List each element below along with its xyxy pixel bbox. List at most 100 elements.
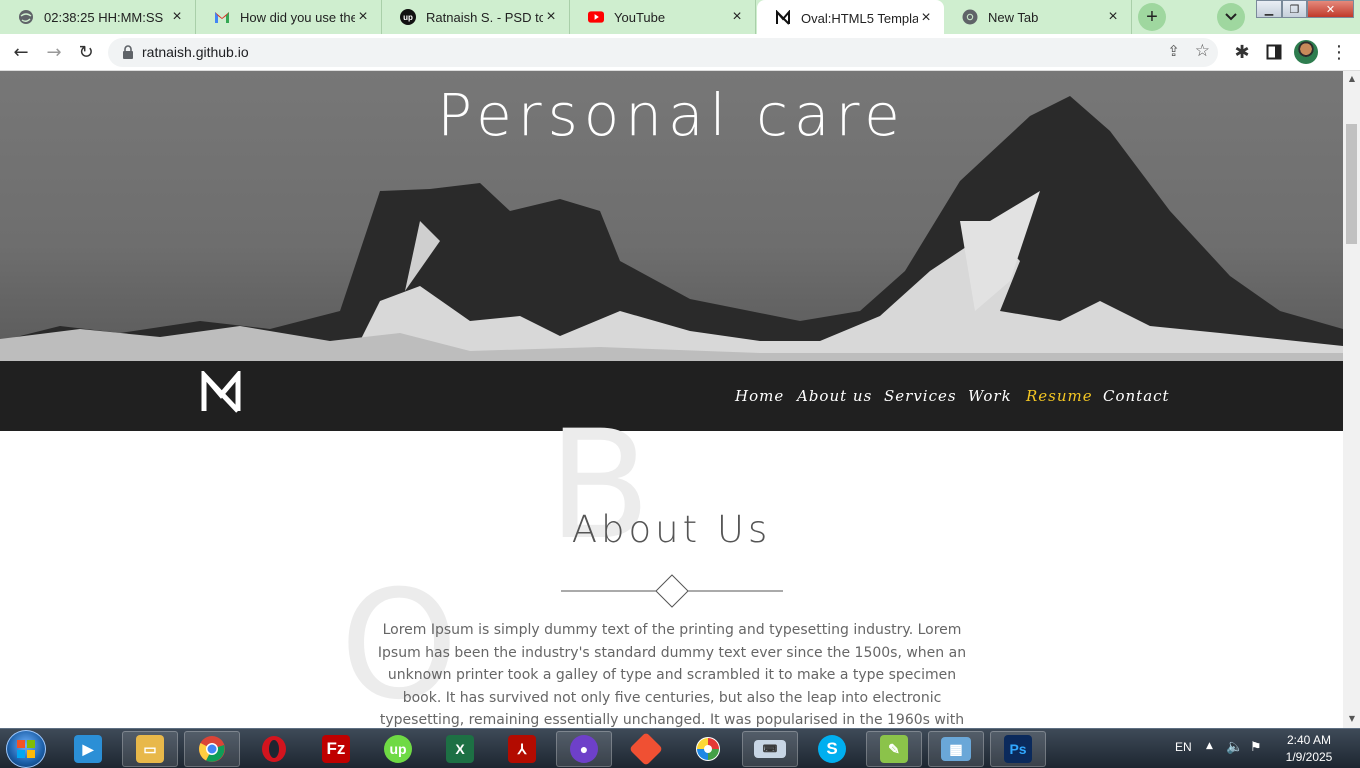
tab-timer[interactable]: 02:38:25 HH:MM:SS × [0, 0, 196, 34]
close-icon[interactable]: × [169, 8, 185, 25]
taskbar-app-git[interactable] [618, 731, 674, 767]
side-panel-icon [1266, 44, 1282, 60]
close-icon[interactable]: × [918, 9, 934, 26]
color-wheel-icon [696, 737, 720, 761]
close-icon[interactable]: × [1105, 8, 1121, 25]
vertical-scrollbar[interactable]: ▲ ▼ [1343, 71, 1360, 728]
chrome-icon [962, 9, 978, 25]
action-center-flag-icon[interactable]: ⚑ [1250, 740, 1262, 755]
page-viewport: Personal care Home About us Services Wor… [0, 71, 1343, 728]
tab-title: 02:38:25 HH:MM:SS [44, 9, 164, 25]
taskbar-app-keyboard[interactable]: ⌨ [742, 731, 798, 767]
scrollbar-thumb[interactable] [1346, 124, 1357, 244]
nav-link-work[interactable]: Work [968, 387, 1012, 405]
clock-time[interactable]: 2:40 AM [1270, 733, 1348, 747]
close-icon[interactable]: × [355, 8, 371, 25]
bookmark-star-icon[interactable]: ☆ [1195, 41, 1210, 61]
filezilla-icon: Fz [322, 735, 350, 763]
taskbar-app-skype[interactable]: S [804, 731, 860, 767]
lock-icon [123, 45, 133, 59]
side-panel-button[interactable] [1261, 39, 1287, 65]
windows-logo-icon [17, 740, 35, 758]
acrobat-icon: ⅄ [508, 735, 536, 763]
taskbar-app-file-explorer[interactable]: ▭ [122, 731, 178, 767]
tab-title: YouTube [614, 9, 666, 25]
diamond-divider-icon [561, 574, 783, 608]
about-paragraph: Lorem Ipsum is simply dummy text of the … [377, 622, 967, 728]
git-icon [629, 732, 663, 766]
about-section: B O About Us Lorem Ipsum is simply dummy… [0, 411, 1343, 728]
tray-overflow-icon[interactable]: ▲ [1206, 741, 1213, 751]
nav-link-home[interactable]: Home [735, 387, 784, 405]
keyboard-icon: ⌨ [754, 740, 786, 758]
extensions-button[interactable]: ✱ [1229, 39, 1255, 65]
close-icon[interactable]: × [729, 8, 745, 25]
nav-link-resume[interactable]: Resume [1026, 387, 1093, 405]
close-icon: ✕ [1325, 2, 1336, 16]
taskbar-app-photos[interactable]: ▦ [928, 731, 984, 767]
plus-icon: + [1146, 5, 1158, 28]
scroll-up-icon[interactable]: ▲ [1347, 74, 1357, 84]
reload-button[interactable]: ↻ [73, 39, 99, 65]
close-icon[interactable]: × [543, 8, 559, 25]
url-text: ratnaish.github.io [142, 44, 249, 60]
puzzle-icon: ✱ [1234, 41, 1250, 63]
volume-icon[interactable]: 🔈 [1226, 739, 1243, 755]
oval-logo-icon [775, 10, 791, 26]
taskbar-app-color-picker[interactable] [680, 731, 736, 767]
tab-upwork[interactable]: up Ratnaish S. - PSD to HT × [382, 0, 570, 34]
back-button[interactable]: ← [8, 39, 34, 65]
taskbar-app-opera[interactable] [246, 731, 302, 767]
github-icon: ● [570, 735, 598, 763]
clock-date[interactable]: 1/9/2025 [1270, 750, 1348, 764]
taskbar-app-notepad[interactable]: ✎ [866, 731, 922, 767]
profile-avatar[interactable] [1294, 40, 1318, 64]
section-title: About Us [571, 508, 772, 551]
hero-banner: Personal care [0, 71, 1343, 361]
windows-taskbar: ▶ ▭ Fz up X ⅄ ● ⌨ S ✎ ▦ Ps EN ▲ 🔈 ⚑ 2:40… [0, 728, 1360, 768]
tab-search-button[interactable] [1217, 3, 1245, 31]
tab-oval-template[interactable]: Oval:HTML5 Template × [757, 0, 944, 36]
tab-title: How did you use these [240, 9, 355, 25]
media-player-icon: ▶ [74, 735, 102, 763]
chevron-down-icon [1225, 13, 1237, 21]
minimize-icon: ▁ [1264, 2, 1274, 16]
youtube-icon [588, 9, 604, 25]
menu-button[interactable]: ⋮ [1326, 39, 1352, 65]
nav-link-about-us[interactable]: About us [797, 387, 872, 405]
opera-icon [262, 736, 286, 762]
language-indicator[interactable]: EN [1175, 740, 1192, 754]
close-window-button[interactable]: ✕ [1307, 0, 1354, 18]
forward-button[interactable]: → [41, 39, 67, 65]
oval-logo-icon[interactable] [200, 371, 242, 413]
taskbar-app-acrobat[interactable]: ⅄ [494, 731, 550, 767]
tab-new-tab[interactable]: New Tab × [944, 0, 1132, 34]
share-icon[interactable]: ⇪ [1167, 42, 1180, 60]
nav-link-services[interactable]: Services [884, 387, 957, 405]
address-bar[interactable]: ratnaish.github.io ⇪ ☆ [108, 38, 1218, 67]
tab-title: Ratnaish S. - PSD to HT [426, 9, 543, 25]
folder-icon: ▭ [136, 735, 164, 763]
taskbar-app-chrome[interactable] [184, 731, 240, 767]
taskbar-app-filezilla[interactable]: Fz [308, 731, 364, 767]
gmail-icon [214, 9, 230, 25]
taskbar-app-media-player[interactable]: ▶ [60, 731, 116, 767]
scroll-down-icon[interactable]: ▼ [1347, 714, 1357, 724]
taskbar-app-excel[interactable]: X [432, 731, 488, 767]
tab-title: Oval:HTML5 Template [801, 10, 918, 26]
tab-youtube[interactable]: YouTube × [570, 0, 756, 34]
taskbar-app-github[interactable]: ● [556, 731, 612, 767]
start-button[interactable] [6, 730, 46, 768]
upwork-icon: up [384, 735, 412, 763]
minimize-window-button[interactable]: ▁ [1256, 0, 1282, 18]
restore-window-button[interactable]: ❐ [1282, 0, 1307, 18]
chrome-icon [199, 736, 225, 762]
taskbar-app-photoshop[interactable]: Ps [990, 731, 1046, 767]
site-navbar: Home About us Services Work Resume Conta… [0, 361, 1343, 431]
browser-toolbar: ← → ↻ ratnaish.github.io ⇪ ☆ ✱ ⋮ [0, 34, 1360, 71]
new-tab-button[interactable]: + [1138, 3, 1166, 31]
taskbar-app-upwork[interactable]: up [370, 731, 426, 767]
nav-link-contact[interactable]: Contact [1103, 387, 1170, 405]
tab-gmail[interactable]: How did you use these × [196, 0, 382, 34]
skype-icon: S [818, 735, 846, 763]
